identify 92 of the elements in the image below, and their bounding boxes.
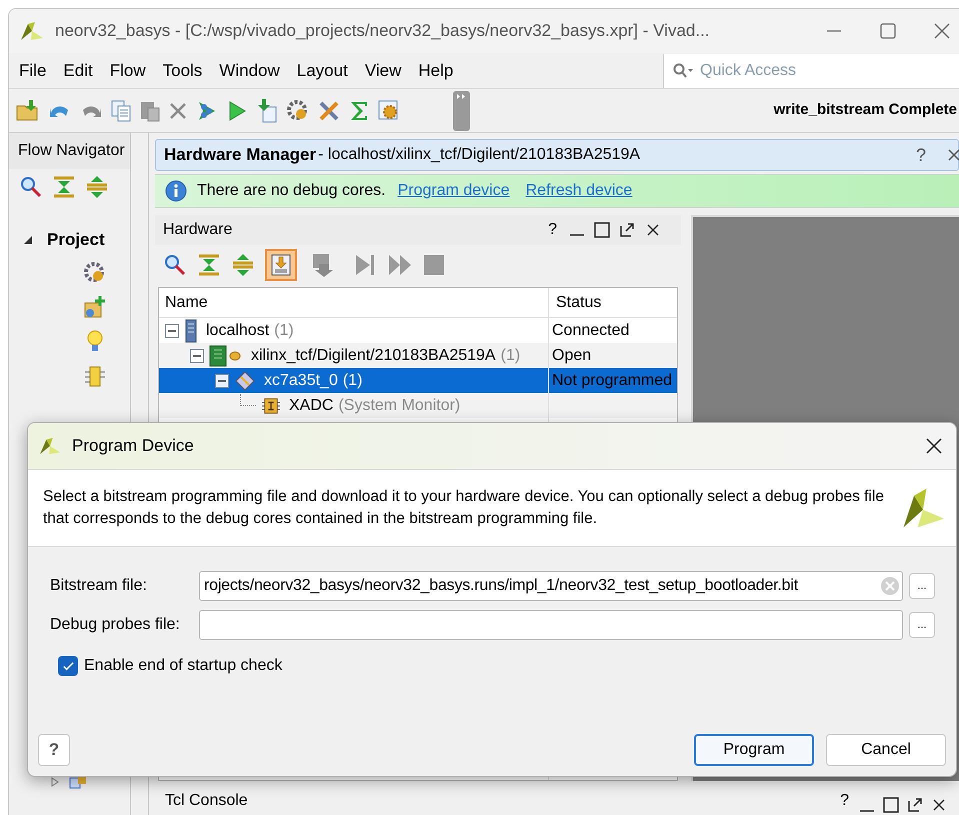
chevron-icon bbox=[457, 94, 466, 98]
help-button[interactable]: ? bbox=[548, 218, 557, 242]
tree-toggle-icon[interactable] bbox=[165, 324, 179, 338]
board-icon bbox=[209, 344, 243, 366]
menu-item[interactable]: Edit bbox=[63, 58, 93, 84]
panel-title: Hardware bbox=[163, 220, 232, 240]
panel-title: Flow Navigator bbox=[18, 141, 125, 161]
close-icon[interactable] bbox=[948, 149, 959, 161]
fast-forward-icon[interactable] bbox=[387, 253, 413, 277]
status-cell-text: Not programmed bbox=[552, 370, 672, 390]
column-header[interactable]: Status bbox=[549, 288, 677, 317]
menu-item[interactable]: Flow bbox=[110, 58, 146, 84]
toolbar-grip[interactable] bbox=[453, 90, 470, 130]
menu-item[interactable]: View bbox=[364, 58, 402, 84]
help-button[interactable]: ? bbox=[916, 142, 926, 168]
gear-icon[interactable] bbox=[83, 260, 107, 284]
dialog-description: Select a bitstream programming file and download it to your hardware device. You can optionally select a debug probes file that corresponds to the debug cores contained in the bitstream programming file. bbox=[43, 487, 885, 529]
search-icon bbox=[673, 62, 695, 78]
tree-toggle-icon[interactable] bbox=[190, 348, 204, 362]
help-button[interactable]: ? bbox=[38, 734, 70, 766]
status-cell-text: Connected bbox=[552, 320, 630, 340]
stop-icon[interactable] bbox=[423, 254, 445, 276]
field-label: Debug probes file: bbox=[49, 615, 181, 635]
maximize-icon[interactable] bbox=[594, 222, 610, 238]
item-count: (1) bbox=[500, 346, 520, 366]
field-label: Bitstream file: bbox=[49, 576, 148, 596]
maximize-icon[interactable] bbox=[883, 797, 899, 813]
copy-icon[interactable] bbox=[110, 98, 132, 122]
panel-title: Hardware Manager bbox=[164, 144, 316, 166]
expand-all-icon[interactable] bbox=[231, 253, 255, 277]
close-icon[interactable] bbox=[933, 799, 945, 811]
search-icon[interactable] bbox=[19, 175, 43, 199]
panel-title: Tcl Console bbox=[165, 791, 248, 811]
server-icon bbox=[184, 318, 198, 342]
monitor-chip-icon bbox=[261, 396, 281, 414]
browse-button[interactable]: ... bbox=[909, 573, 935, 599]
item-name: XADC bbox=[289, 396, 334, 416]
float-icon[interactable] bbox=[907, 797, 923, 813]
collapse-all-icon[interactable] bbox=[197, 253, 221, 277]
default-button[interactable]: Program bbox=[694, 734, 814, 766]
item-count: (1) bbox=[342, 370, 362, 390]
window-title: neorv32_basys - [C:/wsp/vivado_projects/neorv32_basys/neorv32_basys.xpr] - Vivad... bbox=[55, 20, 710, 42]
input-field[interactable]: rojects/neorv32_basys/neorv32_basys.runs/impl_1/neorv32_test_setup_bootloader.bit bbox=[199, 571, 903, 601]
quick-access-field[interactable]: Quick Access bbox=[663, 54, 959, 88]
item-name: xilinx_tcf/Digilent/210183BA2519A bbox=[251, 346, 496, 366]
expand-all-icon[interactable] bbox=[85, 175, 109, 199]
input-field[interactable] bbox=[199, 610, 903, 640]
section-label: Project bbox=[47, 229, 105, 251]
dialog-button[interactable]: Cancel bbox=[826, 734, 946, 766]
item-name: localhost bbox=[206, 320, 270, 340]
delete-icon[interactable] bbox=[168, 100, 188, 120]
link[interactable]: Refresh device bbox=[526, 179, 632, 203]
menu-item[interactable]: Tools bbox=[162, 58, 202, 84]
dialog-title: Program Device bbox=[72, 435, 194, 458]
checkbox[interactable] bbox=[58, 656, 78, 676]
status-cell-text: Open bbox=[552, 346, 592, 366]
collapsed-arrow-icon[interactable] bbox=[51, 777, 59, 787]
item-count: (1) bbox=[274, 320, 294, 340]
device-path: - localhost/xilinx_tcf/Digilent/210183BA2519A bbox=[317, 145, 640, 165]
checkbox-label[interactable]: Enable end of startup check bbox=[84, 654, 282, 678]
app-logo-icon bbox=[38, 436, 62, 456]
app-logo-icon bbox=[19, 20, 45, 42]
collapse-all-icon[interactable] bbox=[52, 175, 76, 199]
menu-item[interactable]: Layout bbox=[296, 58, 348, 84]
item-count: (System Monitor) bbox=[338, 396, 460, 416]
ip-icon[interactable] bbox=[69, 775, 87, 789]
browse-button[interactable]: ... bbox=[909, 612, 935, 638]
close-icon[interactable] bbox=[647, 224, 659, 236]
tree-toggle-icon[interactable] bbox=[23, 234, 33, 245]
check-icon bbox=[62, 660, 74, 672]
menu-item[interactable]: Window bbox=[219, 58, 280, 84]
info-message: There are no debug cores. bbox=[197, 181, 386, 201]
info-icon bbox=[165, 180, 187, 202]
status-text: write_bitstream Complete bbox=[774, 100, 957, 120]
add-source-icon[interactable] bbox=[83, 294, 107, 318]
item-name: xc7a35t_0 bbox=[264, 370, 338, 390]
step-icon[interactable] bbox=[353, 253, 377, 277]
tree-item[interactable]: xc7a35t_0 (1) bbox=[159, 368, 549, 393]
download-icon bbox=[270, 253, 292, 277]
auto-connect-button[interactable] bbox=[265, 249, 297, 281]
chip-icon bbox=[234, 370, 256, 392]
menu-item[interactable]: Help bbox=[418, 58, 454, 84]
link[interactable]: Program device bbox=[398, 179, 510, 203]
float-icon[interactable] bbox=[619, 222, 635, 238]
chip-icon[interactable] bbox=[83, 364, 107, 388]
column-header[interactable]: Name bbox=[159, 288, 549, 317]
search-icon[interactable] bbox=[163, 253, 187, 277]
tree-toggle-icon[interactable] bbox=[215, 374, 229, 388]
menu-item[interactable]: File bbox=[19, 58, 46, 84]
gear-icon[interactable] bbox=[286, 98, 310, 122]
help-button[interactable]: ? bbox=[840, 789, 849, 813]
close-icon[interactable] bbox=[926, 438, 942, 454]
